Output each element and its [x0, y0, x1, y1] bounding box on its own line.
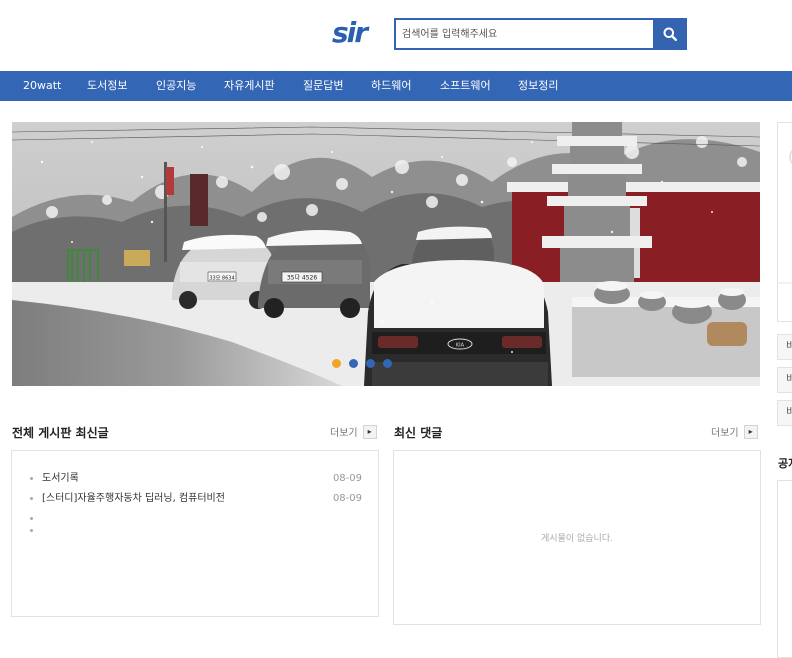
logo-text: sir — [332, 16, 370, 46]
latest-posts-more-link[interactable]: 더보기 ▸ — [330, 424, 377, 439]
search-icon — [663, 27, 677, 41]
nav-item-20watt[interactable]: 20watt — [23, 71, 61, 101]
site-logo[interactable]: sir — [332, 16, 374, 49]
search-button[interactable] — [653, 18, 687, 50]
slider-dot-3[interactable] — [366, 359, 375, 368]
side-notice-title: 공지 — [778, 457, 792, 470]
list-item: [스터디]자율주행자동차 딥러닝, 컴퓨터비전 08-09 — [30, 491, 362, 511]
search-form — [394, 18, 687, 50]
latest-comments-title: 최신 댓글 — [394, 426, 443, 440]
side-button-2[interactable]: 비 — [777, 367, 792, 393]
slider-dot-4[interactable] — [383, 359, 392, 368]
side-button-3[interactable]: 비 — [777, 400, 792, 426]
side-button-1[interactable]: 비 — [777, 334, 792, 360]
list-item: 도서기록 08-09 — [30, 471, 362, 491]
nav-item-ai[interactable]: 인공지능 — [156, 71, 196, 101]
side-notice-box — [777, 480, 792, 658]
latest-comments-more-label: 더보기 — [711, 428, 739, 439]
nav-item-qna[interactable]: 질문답변 — [303, 71, 343, 101]
search-input[interactable] — [394, 18, 653, 50]
post-subject[interactable]: 도서기록 — [42, 471, 79, 487]
side-login-box — [777, 122, 792, 322]
slider-dot-2[interactable] — [349, 359, 358, 368]
post-date: 08-09 — [332, 493, 362, 504]
side-avatar-icon — [778, 149, 792, 284]
nav-item-info-summary[interactable]: 정보정리 — [518, 71, 558, 101]
nav-item-software[interactable]: 소프트웨어 — [440, 71, 491, 101]
latest-posts-more-label: 더보기 — [330, 428, 358, 439]
chevron-right-icon: ▸ — [743, 424, 758, 439]
latest-comments-more-link[interactable]: 더보기 ▸ — [711, 424, 758, 439]
car-plate-1: 33모 8634 — [209, 276, 234, 282]
latest-comments-box: 게시물이 없습니다. — [393, 450, 761, 625]
latest-posts-box: 도서기록 08-09 [스터디]자율주행자동차 딥러닝, 컴퓨터비전 08-09 — [11, 450, 379, 617]
empty-message: 게시물이 없습니다. — [541, 534, 613, 544]
slider-pagination — [332, 359, 392, 368]
latest-posts-list: 도서기록 08-09 [스터디]자율주행자동차 딥러닝, 컴퓨터비전 08-09 — [12, 451, 378, 535]
list-item-empty — [30, 511, 362, 523]
post-subject[interactable]: [스터디]자율주행자동차 딥러닝, 컴퓨터비전 — [42, 491, 225, 507]
main-nav: 20watt 도서정보 인공지능 자유게시판 질문답변 하드웨어 소프트웨어 정… — [0, 71, 792, 101]
main-slider[interactable]: 33모 8634 35다 4526 KIA — [12, 122, 760, 386]
chevron-right-icon: ▸ — [362, 424, 377, 439]
car-plate-2: 35다 4526 — [287, 274, 318, 282]
nav-item-free-board[interactable]: 자유게시판 — [224, 71, 275, 101]
slider-dot-1[interactable] — [332, 359, 341, 368]
nav-item-hardware[interactable]: 하드웨어 — [371, 71, 411, 101]
slide-image: 33모 8634 35다 4526 KIA — [12, 122, 760, 386]
latest-posts-title: 전체 게시판 최신글 — [12, 426, 109, 440]
list-item-empty — [30, 523, 362, 535]
nav-item-book-info[interactable]: 도서정보 — [87, 71, 127, 101]
post-date: 08-09 — [332, 473, 362, 484]
svg-text:KIA: KIA — [456, 343, 465, 349]
